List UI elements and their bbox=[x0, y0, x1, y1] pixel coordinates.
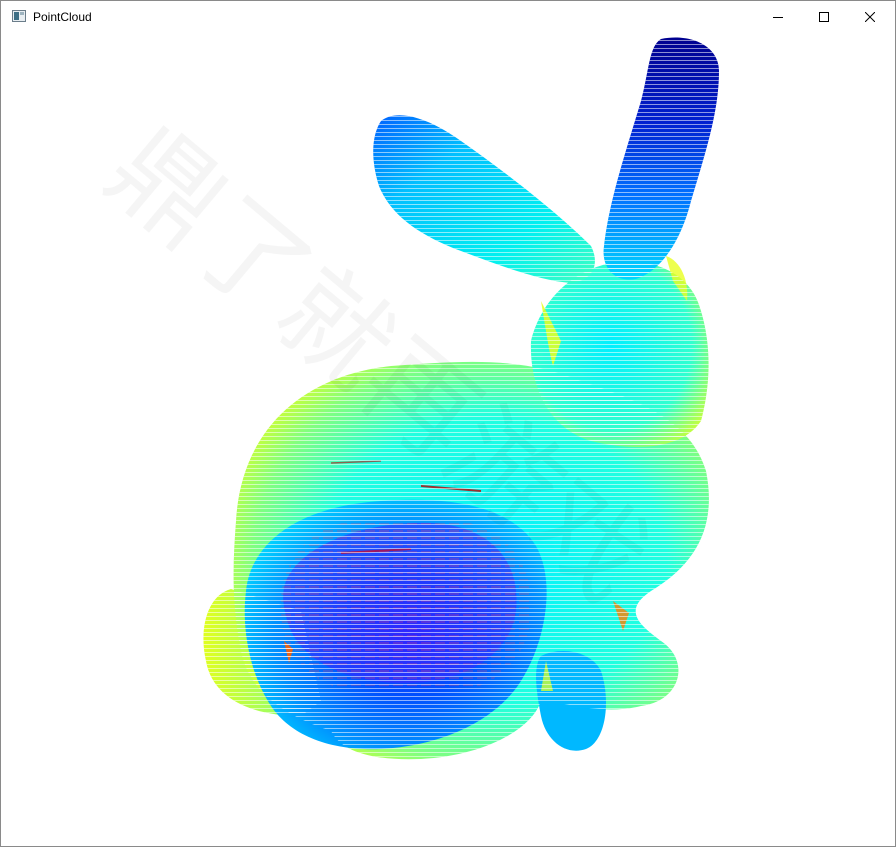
app-icon bbox=[12, 10, 26, 22]
application-window: PointCloud 鼎了就再游戏 bbox=[0, 0, 896, 847]
bunny-point-cloud-render: 鼎了就再游戏 bbox=[84, 37, 719, 760]
close-icon bbox=[865, 11, 875, 22]
point-cloud-viewport[interactable]: 鼎了就再游戏 bbox=[1, 32, 895, 846]
maximize-icon bbox=[819, 11, 829, 22]
window-title: PointCloud bbox=[33, 10, 92, 24]
close-button[interactable] bbox=[847, 1, 893, 32]
maximize-button[interactable] bbox=[801, 1, 847, 32]
minimize-icon bbox=[773, 16, 783, 18]
minimize-button[interactable] bbox=[755, 1, 801, 32]
title-bar[interactable]: PointCloud bbox=[1, 1, 895, 32]
